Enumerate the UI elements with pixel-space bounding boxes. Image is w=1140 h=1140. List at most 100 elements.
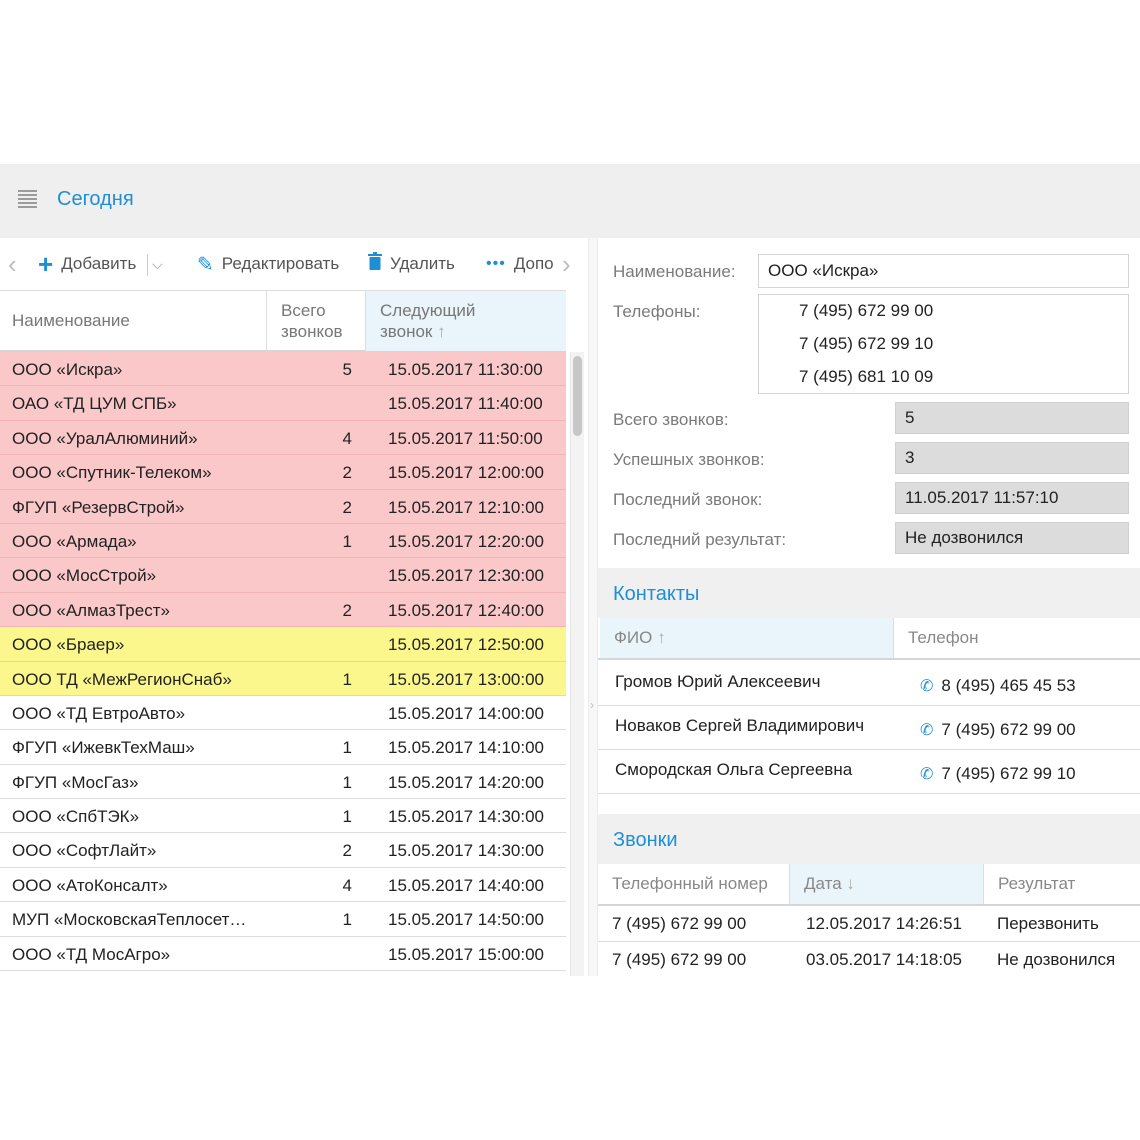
- add-dropdown-icon[interactable]: ⌵: [152, 238, 163, 290]
- column-date-label: Дата: [804, 874, 842, 893]
- contact-phone[interactable]: ✆ 8 (495) 465 45 53: [920, 676, 1076, 696]
- plus-icon: +: [38, 248, 54, 279]
- company-name: ООО «СофтЛайт»: [12, 841, 157, 861]
- next-call-date: 15.05.2017 12:20:00: [388, 531, 544, 551]
- contacts-title: Контакты: [613, 583, 700, 605]
- next-call-date: 15.05.2017 12:00:00: [388, 463, 544, 483]
- table-row[interactable]: ООО ТД «МежРегионСнаб» 1 15.05.2017 13:00:…: [0, 661, 566, 696]
- more-button-label: Допо: [513, 254, 554, 273]
- table-row[interactable]: ФГУП «ИжевкТехМаш» 1 15.05.2017 14:10:00: [0, 730, 566, 765]
- pane-splitter[interactable]: ›: [588, 238, 598, 976]
- add-button[interactable]: + Добавить: [38, 238, 136, 290]
- table-row[interactable]: ОАО «ТД ЦУМ СПБ» 15.05.2017 11:40:00: [0, 386, 566, 421]
- next-call-date: 15.05.2017 14:40:00: [388, 875, 544, 895]
- calls-section-header: Звонки: [598, 814, 1140, 864]
- column-name[interactable]: Наименование: [12, 291, 130, 351]
- contact-fio: Смородская Ольга Сергеевна: [615, 760, 853, 779]
- table-row[interactable]: ООО «СпбТЭК» 1 15.05.2017 14:30:00: [0, 799, 566, 834]
- contact-phone-number: 8 (495) 465 45 53: [941, 676, 1076, 695]
- column-next-call[interactable]: Следующий звонок ↑: [365, 291, 566, 351]
- contact-row[interactable]: Новаков Сергей Владимирович ✆ 7 (495) 672 …: [598, 706, 1140, 750]
- total-calls-label: Всего звонков:: [613, 410, 729, 429]
- table-row[interactable]: МУП «МосковскаяТеплосет… 1 15.05.2017 14:5…: [0, 902, 566, 937]
- next-call-date: 15.05.2017 11:40:00: [388, 394, 543, 414]
- contact-phone[interactable]: ✆ 7 (495) 672 99 00: [920, 720, 1076, 740]
- success-calls-field: 3: [895, 442, 1129, 474]
- table-row[interactable]: ООО «УралАлюминий» 4 15.05.2017 11:50:00: [0, 420, 566, 456]
- table-row[interactable]: ООО «Армада» 1 15.05.2017 12:20:00: [0, 523, 566, 559]
- table-row[interactable]: ООО «ТД МосАгро» 15.05.2017 15:00:00: [0, 937, 566, 972]
- column-fio[interactable]: ФИО ↑: [600, 618, 893, 658]
- scroll-left-icon[interactable]: ‹: [8, 238, 17, 290]
- call-count: 4: [342, 875, 352, 895]
- column-result[interactable]: Результат: [983, 864, 1140, 904]
- delete-button[interactable]: Удалить: [368, 238, 455, 290]
- toolbar-divider: [147, 254, 148, 276]
- table-row[interactable]: ООО «Спутник-Телеком» 2 15.05.2017 12:00:0…: [0, 455, 566, 490]
- call-result: Перезвонить: [997, 914, 1099, 933]
- contact-row[interactable]: Смородская Ольга Сергеевна ✆ 7 (495) 672 9…: [598, 750, 1140, 794]
- company-name: ООО «Спутник-Телеком»: [12, 463, 212, 483]
- company-name: ФГУП «ИжевкТехМаш»: [12, 738, 195, 758]
- table-row[interactable]: ООО «Искра» 5 15.05.2017 11:30:00: [0, 352, 566, 387]
- call-row[interactable]: 7 (495) 672 99 00 12.05.2017 14:26:51 Пере…: [598, 906, 1140, 942]
- call-count: 1: [342, 772, 352, 792]
- edit-button-label: Редактировать: [221, 254, 340, 273]
- delete-button-label: Удалить: [390, 254, 455, 273]
- sort-descending-icon: ↓: [846, 874, 855, 893]
- column-date[interactable]: Дата ↓: [789, 864, 983, 904]
- table-row[interactable]: ФГУП «МосГаз» 1 15.05.2017 14:20:00: [0, 765, 566, 800]
- company-name: ООО «Искра»: [12, 360, 123, 379]
- table-row[interactable]: ФГУП «РезервСтрой» 2 15.05.2017 12:10:00: [0, 489, 566, 524]
- call-count: 1: [342, 669, 352, 689]
- list-menu-icon[interactable]: [18, 190, 37, 210]
- next-call-date: 15.05.2017 14:10:00: [388, 738, 544, 758]
- column-total-calls[interactable]: Всего звонков: [266, 291, 365, 351]
- calls-title: Звонки: [613, 829, 678, 851]
- table-row[interactable]: ООО «АлмазТрест» 2 15.05.2017 12:40:00: [0, 592, 566, 628]
- name-label: Наименование:: [613, 262, 736, 281]
- call-count: 4: [342, 428, 352, 448]
- name-field[interactable]: ООО «Искра»: [758, 254, 1129, 288]
- table-row[interactable]: ООО «МосСтрой» 15.05.2017 12:30:00: [0, 558, 566, 593]
- column-fio-label: ФИО: [614, 628, 653, 647]
- calls-table-header: Телефонный номер Дата ↓ Результат: [598, 864, 1140, 906]
- edit-button[interactable]: ✎ Редактировать: [197, 238, 339, 290]
- column-phone[interactable]: Телефон: [893, 618, 1140, 658]
- company-name: МУП «МосковскаяТеплосет…: [12, 910, 247, 930]
- table-row[interactable]: ООО «ТД ЕвтроАвто» 15.05.2017 14:00:00: [0, 696, 566, 731]
- add-button-label: Добавить: [61, 254, 137, 273]
- next-call-date: 15.05.2017 12:10:00: [388, 497, 544, 517]
- list-scrollbar[interactable]: [570, 352, 584, 976]
- column-phone-number[interactable]: Телефонный номер: [598, 864, 789, 904]
- app-window: Сегодня ‹ + Добавить ⌵ ✎ Редактировать У…: [0, 164, 1140, 976]
- column-next-call-line1: Следующий: [380, 301, 476, 320]
- scroll-right-icon[interactable]: ›: [562, 238, 571, 290]
- last-call-label: Последний звонок:: [613, 490, 763, 509]
- call-date: 03.05.2017 14:18:05: [806, 950, 962, 969]
- company-name: ООО «УралАлюминий»: [12, 428, 198, 448]
- call-phone: 7 (495) 672 99 00: [612, 914, 747, 933]
- contacts-table-header: ФИО ↑ Телефон: [598, 618, 1140, 660]
- call-count: 1: [342, 807, 352, 827]
- table-row[interactable]: ООО «АтоКонсалт» 4 15.05.2017 14:40:00: [0, 868, 566, 903]
- phones-field[interactable]: 7 (495) 672 99 00 7 (495) 672 99 10 7 (4…: [758, 294, 1129, 394]
- next-call-date: 15.05.2017 14:50:00: [388, 910, 544, 930]
- table-row[interactable]: ООО «СофтЛайт» 2 15.05.2017 14:30:00: [0, 833, 566, 868]
- more-button[interactable]: ••• Допо: [486, 238, 554, 290]
- next-call-date: 15.05.2017 14:00:00: [388, 703, 544, 723]
- call-row[interactable]: 7 (495) 672 99 00 03.05.2017 14:18:05 Не д…: [598, 942, 1140, 976]
- contact-row[interactable]: Громов Юрий Алексеевич ✆ 8 (495) 465 45 53: [598, 662, 1140, 706]
- next-call-date: 15.05.2017 14:20:00: [388, 772, 544, 792]
- column-next-call-line2: звонок: [380, 322, 433, 341]
- contact-fio: Новаков Сергей Владимирович: [615, 716, 865, 735]
- phone-line: 7 (495) 672 99 10: [799, 334, 934, 353]
- last-call-field: 11.05.2017 11:57:10: [895, 482, 1129, 514]
- call-count: 2: [342, 600, 352, 620]
- contact-phone[interactable]: ✆ 7 (495) 672 99 10: [920, 764, 1076, 784]
- table-row[interactable]: ООО «Браер» 15.05.2017 12:50:00: [0, 627, 566, 662]
- company-name: ООО ТД «МежРегионСнаб»: [12, 669, 232, 689]
- scrollbar-thumb[interactable]: [573, 356, 582, 436]
- total-calls-field: 5: [895, 402, 1129, 434]
- company-name: ООО «Армада»: [12, 531, 137, 551]
